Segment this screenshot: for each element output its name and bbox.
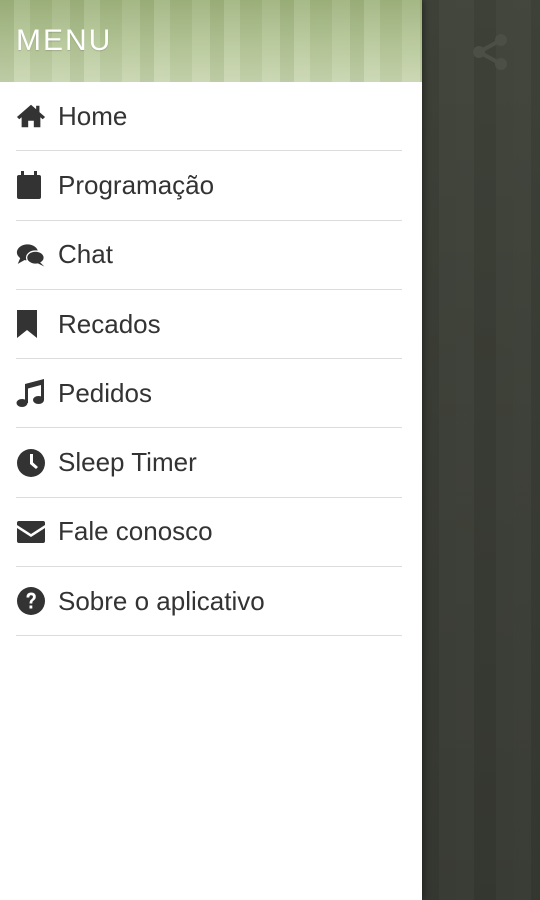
menu-item-label: Sleep Timer [58, 447, 197, 478]
menu-item-label: Pedidos [58, 377, 152, 408]
menu-item-label: Fale conosco [58, 516, 213, 547]
share-icon[interactable] [468, 30, 512, 74]
menu-list: Home Programação Chat Recados Pedidos Sl… [0, 82, 422, 637]
calendar-icon [16, 170, 46, 200]
menu-item-label: Sobre o aplicativo [58, 585, 265, 616]
menu-item-label: Home [58, 100, 128, 131]
menu-item-sleep-timer[interactable]: Sleep Timer [16, 428, 402, 498]
drawer-title: MENU [16, 24, 113, 57]
drawer-header: MENU [0, 0, 422, 82]
envelope-icon [16, 517, 46, 547]
home-icon [16, 101, 46, 131]
menu-item-sobre[interactable]: Sobre o aplicativo [16, 567, 402, 637]
menu-item-programacao[interactable]: Programação [16, 151, 402, 221]
menu-item-label: Chat [58, 239, 113, 270]
menu-item-home[interactable]: Home [16, 82, 402, 152]
menu-item-recados[interactable]: Recados [16, 290, 402, 360]
question-circle-icon [16, 586, 46, 616]
menu-item-label: Programação [58, 169, 215, 200]
navigation-drawer: MENU Home Programação Chat Recados Pedid… [0, 0, 422, 900]
menu-item-fale-conosco[interactable]: Fale conosco [16, 498, 402, 568]
chat-icon [16, 240, 46, 270]
bookmark-icon [16, 309, 46, 339]
clock-icon [16, 448, 46, 478]
music-icon [16, 378, 46, 408]
menu-item-pedidos[interactable]: Pedidos [16, 359, 402, 429]
menu-item-chat[interactable]: Chat [16, 221, 402, 290]
menu-item-label: Recados [58, 308, 161, 339]
